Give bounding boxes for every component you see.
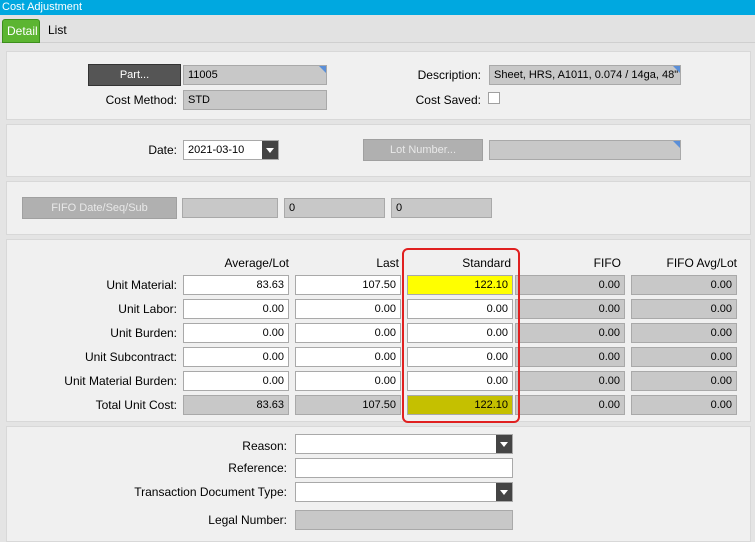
reference-input[interactable] xyxy=(295,458,513,478)
fifo-date-seq-sub-button[interactable]: FIFO Date/Seq/Sub xyxy=(22,197,177,219)
unit-material-last[interactable]: 107.50 xyxy=(295,275,401,295)
lot-corner-icon xyxy=(673,141,680,148)
row-label-unit-material-burden: Unit Material Burden: xyxy=(64,374,177,388)
legal-number-label: Legal Number: xyxy=(208,513,287,527)
reason-dropdown-icon[interactable] xyxy=(496,435,512,453)
unit-material-burden-fifo: 0.00 xyxy=(515,371,625,391)
transaction-document-type-label: Transaction Document Type: xyxy=(134,485,287,499)
tab-list[interactable]: List xyxy=(44,19,71,43)
unit-material-fifo: 0.00 xyxy=(515,275,625,295)
unit-labor-last[interactable]: 0.00 xyxy=(295,299,401,319)
fifo-panel: FIFO Date/Seq/Sub 0 0 xyxy=(6,181,751,235)
reason-label: Reason: xyxy=(242,439,287,453)
row-label-unit-subcontract: Unit Subcontract: xyxy=(84,350,177,364)
unit-material-average-lot[interactable]: 83.63 xyxy=(183,275,289,295)
unit-burden-last[interactable]: 0.00 xyxy=(295,323,401,343)
reason-select[interactable] xyxy=(295,434,513,454)
lot-number-button[interactable]: Lot Number... xyxy=(363,139,483,161)
window-title: Cost Adjustment xyxy=(0,0,755,15)
col-header-average-lot: Average/Lot xyxy=(224,256,290,270)
description-corner-icon xyxy=(673,66,680,73)
costs-panel: Average/Lot Last Standard FIFO FIFO Avg/… xyxy=(6,239,751,423)
reason-panel: Reason: Reference: Transaction Document … xyxy=(6,426,751,542)
legal-number-field xyxy=(295,510,513,530)
standard-column-highlight xyxy=(402,248,520,423)
calendar-dropdown-icon[interactable] xyxy=(262,141,278,159)
cost-saved-checkbox[interactable] xyxy=(488,92,500,104)
tab-bar: Detail List xyxy=(0,15,755,43)
row-label-unit-material: Unit Material: xyxy=(106,278,177,292)
date-label: Date: xyxy=(148,143,177,157)
unit-labor-average-lot[interactable]: 0.00 xyxy=(183,299,289,319)
total-unit-cost-average-lot: 83.63 xyxy=(183,395,289,415)
unit-labor-fifo-avg-lot: 0.00 xyxy=(631,299,737,319)
col-header-last: Last xyxy=(376,256,399,270)
row-label-unit-labor: Unit Labor: xyxy=(118,302,177,316)
form-area: Part... 11005 Cost Method: STD Descripti… xyxy=(0,43,755,542)
col-header-fifo: FIFO xyxy=(593,256,621,270)
lot-number-field xyxy=(489,140,681,160)
transaction-document-type-select[interactable] xyxy=(295,482,513,502)
part-number-field[interactable]: 11005 xyxy=(183,65,327,85)
total-unit-cost-fifo-avg-lot: 0.00 xyxy=(631,395,737,415)
unit-burden-fifo-avg-lot: 0.00 xyxy=(631,323,737,343)
date-value: 2021-03-10 xyxy=(188,144,245,156)
unit-burden-fifo: 0.00 xyxy=(515,323,625,343)
cost-method-field: STD xyxy=(183,90,327,110)
description-label: Description: xyxy=(417,68,481,82)
fifo-date-field xyxy=(182,198,278,218)
description-value: Sheet, HRS, A1011, 0.074 / 14ga, 48" x 1… xyxy=(494,69,680,81)
unit-labor-fifo: 0.00 xyxy=(515,299,625,319)
transaction-document-type-dropdown-icon[interactable] xyxy=(496,483,512,501)
tab-detail[interactable]: Detail xyxy=(2,19,40,43)
reference-label: Reference: xyxy=(228,461,287,475)
cost-saved-label: Cost Saved: xyxy=(415,93,481,107)
date-panel: Date: 2021-03-10 Lot Number... xyxy=(6,124,751,177)
total-unit-cost-fifo: 0.00 xyxy=(515,395,625,415)
date-input[interactable]: 2021-03-10 xyxy=(183,140,279,160)
fifo-sub-field: 0 xyxy=(391,198,492,218)
unit-material-burden-average-lot[interactable]: 0.00 xyxy=(183,371,289,391)
lookup-corner-icon xyxy=(319,66,326,73)
fifo-seq-field: 0 xyxy=(284,198,385,218)
unit-burden-average-lot[interactable]: 0.00 xyxy=(183,323,289,343)
description-field: Sheet, HRS, A1011, 0.074 / 14ga, 48" x 1… xyxy=(489,65,681,85)
part-number-value: 11005 xyxy=(188,69,218,81)
unit-subcontract-fifo: 0.00 xyxy=(515,347,625,367)
unit-subcontract-average-lot[interactable]: 0.00 xyxy=(183,347,289,367)
row-label-total-unit-cost: Total Unit Cost: xyxy=(95,398,177,412)
unit-material-burden-fifo-avg-lot: 0.00 xyxy=(631,371,737,391)
col-header-fifo-avg-lot: FIFO Avg/Lot xyxy=(666,256,737,270)
part-panel: Part... 11005 Cost Method: STD Descripti… xyxy=(6,51,751,120)
cost-method-label: Cost Method: xyxy=(105,93,177,107)
part-button[interactable]: Part... xyxy=(88,64,181,86)
row-label-unit-burden: Unit Burden: xyxy=(110,326,177,340)
unit-material-fifo-avg-lot: 0.00 xyxy=(631,275,737,295)
unit-material-burden-last[interactable]: 0.00 xyxy=(295,371,401,391)
unit-subcontract-last[interactable]: 0.00 xyxy=(295,347,401,367)
unit-subcontract-fifo-avg-lot: 0.00 xyxy=(631,347,737,367)
total-unit-cost-last: 107.50 xyxy=(295,395,401,415)
